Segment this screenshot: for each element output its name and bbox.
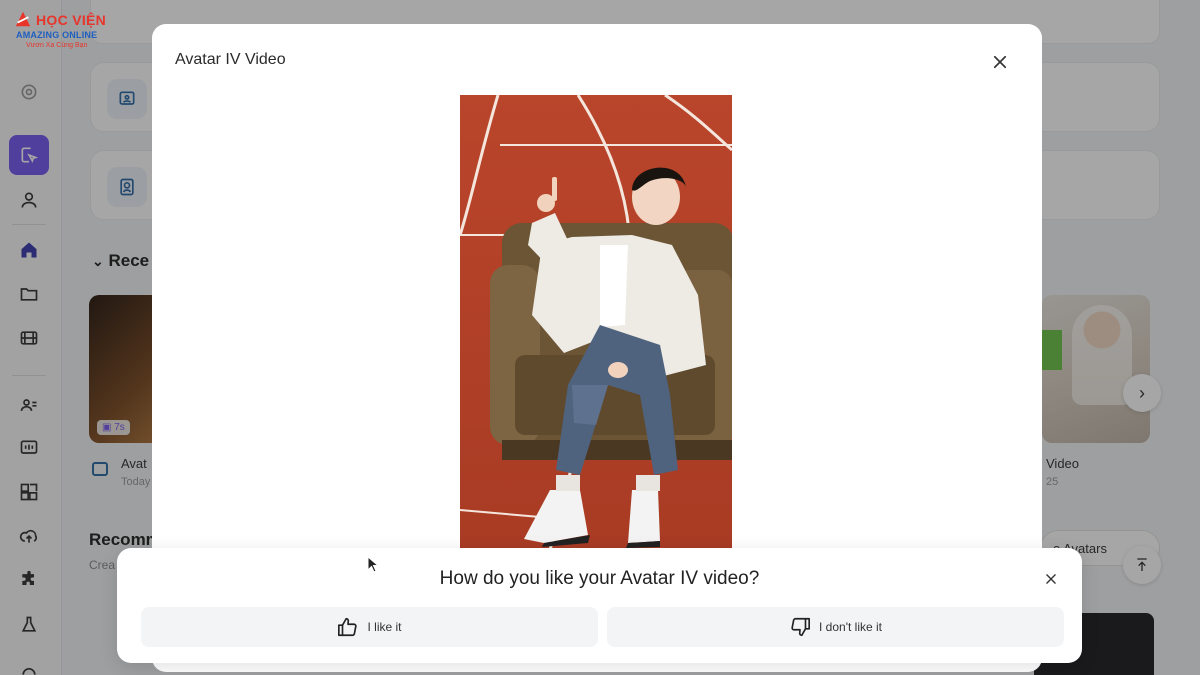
dislike-label: I don't like it [819,620,882,634]
dislike-button[interactable]: I don't like it [607,607,1064,647]
logo-arrow-icon [15,11,31,27]
feedback-panel: How do you like your Avatar IV video? I … [117,548,1082,663]
close-icon [993,55,1007,69]
thumbs-up-icon [338,617,358,637]
video-frame-image [460,95,732,550]
brand-logo: HỌC VIỆN AMAZING ONLINE Vươn Xa Cùng Bạn [12,10,107,52]
logo-title: HỌC VIỆN [36,12,107,28]
modal-close-button[interactable] [988,50,1012,74]
logo-tagline: Vươn Xa Cùng Bạn [26,42,88,49]
close-icon [1046,574,1056,584]
modal-title: Avatar IV Video [175,51,286,68]
like-label: I like it [367,620,402,634]
logo-subtitle: AMAZING ONLINE [16,30,98,40]
feedback-close-button[interactable] [1041,569,1061,589]
like-button[interactable]: I like it [141,607,598,647]
thumbs-down-icon [791,617,810,637]
feedback-question: How do you like your Avatar IV video? [439,568,760,589]
mouse-cursor-icon [367,556,380,573]
video-player[interactable] [460,95,732,550]
